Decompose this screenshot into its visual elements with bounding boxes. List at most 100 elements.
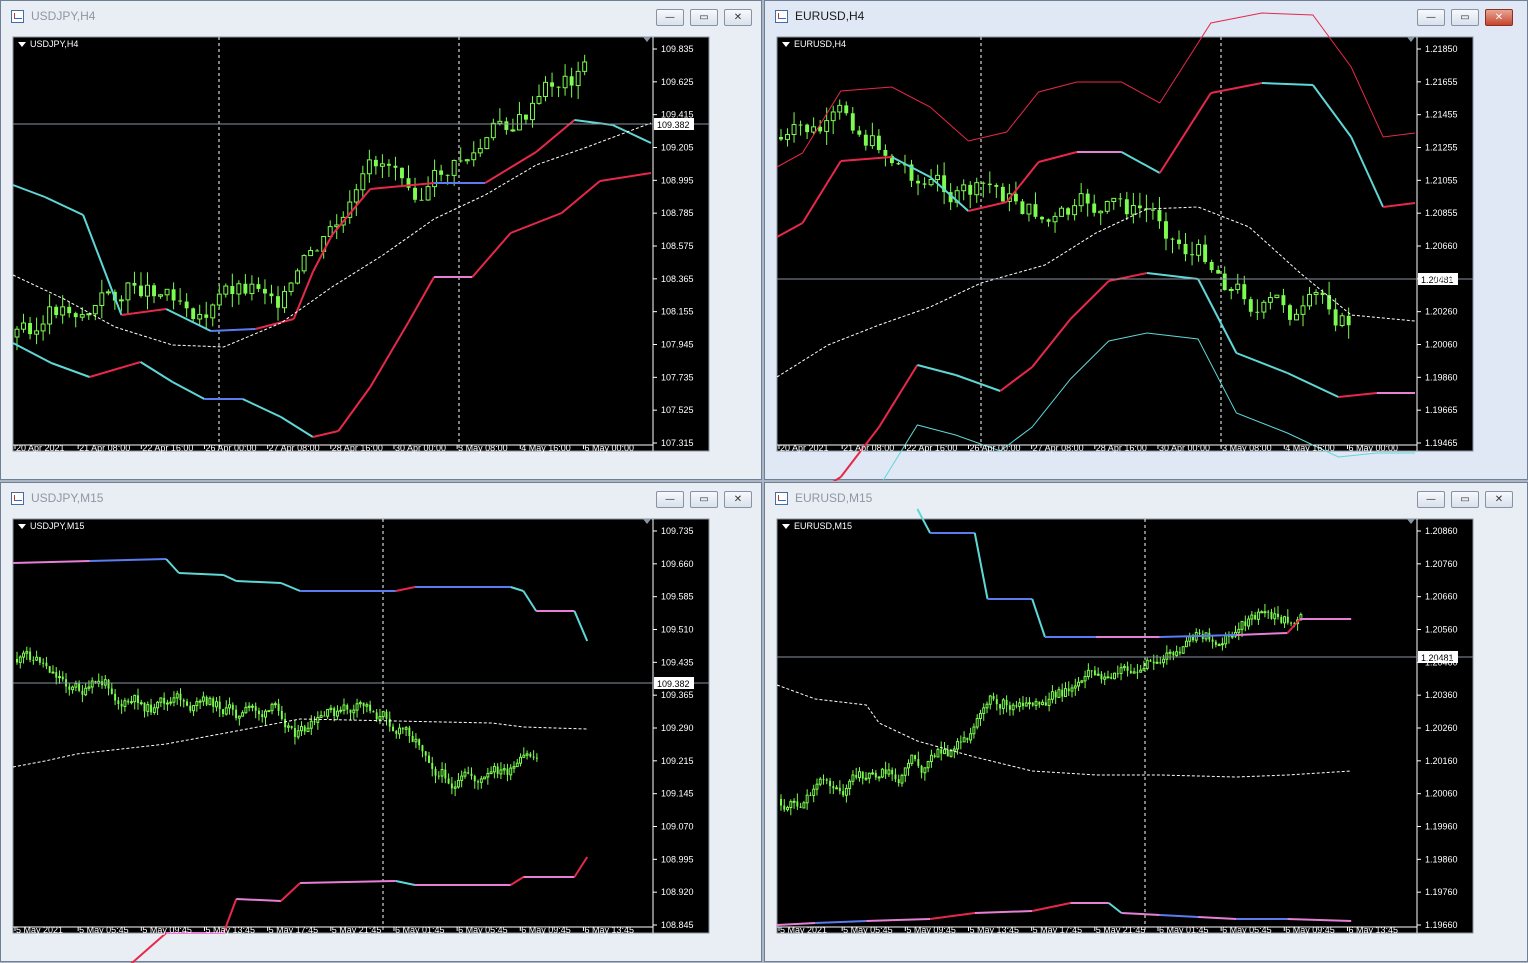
candle-body (381, 711, 385, 718)
candle-body (863, 134, 868, 146)
candle-body (922, 183, 927, 185)
candle-body (1170, 238, 1175, 240)
y-tick-label: 1.21455 (1425, 110, 1458, 120)
candle-body (1113, 672, 1116, 680)
candle-body (178, 300, 183, 302)
candle-body (835, 787, 839, 790)
x-tick-label: 5 May 21:45 (1096, 925, 1146, 935)
x-tick-label: 21 Apr 08:00 (843, 443, 894, 453)
candle-body (458, 160, 463, 162)
candle-body (1000, 186, 1005, 202)
x-tick-label: 5 May 09:45 (906, 925, 956, 935)
candle-body (861, 771, 864, 779)
y-tick-label: 1.20260 (1425, 307, 1458, 317)
candle-body (940, 749, 943, 754)
y-tick-label: 108.155 (661, 307, 694, 317)
candle-body (982, 707, 986, 714)
candle-body (952, 748, 956, 752)
candle-body (117, 700, 120, 704)
x-tick-label: 20 Apr 2021 (16, 443, 65, 453)
candle-body (1145, 659, 1149, 669)
x-tick-label: 3 May 08:00 (458, 443, 508, 453)
y-tick-label: 109.735 (661, 526, 694, 536)
candle-body (1190, 254, 1195, 256)
candle-body (125, 282, 131, 301)
candle-body (985, 703, 989, 709)
candle-body (1346, 315, 1351, 326)
y-tick-label: 109.415 (661, 110, 694, 120)
candle-body (575, 70, 581, 87)
candle-body (105, 291, 111, 294)
candle-body (335, 710, 339, 717)
candle-body (798, 124, 803, 126)
candle-body (440, 769, 444, 777)
chart-symbol-label: USDJPY,M15 (30, 521, 84, 531)
candle-body (796, 801, 799, 807)
candle-body (519, 756, 523, 764)
candle-body (447, 778, 450, 784)
candle-body (515, 762, 519, 768)
candle-body (1031, 702, 1034, 706)
chart-symbol-label: USDJPY,H4 (30, 39, 78, 49)
chart-area[interactable]: 1.204811.208601.207601.206601.205601.204… (765, 483, 1528, 963)
candle-body (956, 741, 960, 750)
candle-body (378, 716, 382, 720)
candle-body (1139, 669, 1143, 673)
candle-body (975, 718, 979, 728)
chart-window-usdjpy-h4[interactable]: USDJPY,H4 — ▭ ✕ 109.382 109.835 109.625 109… (0, 0, 762, 480)
candle-body (1230, 635, 1234, 638)
candle-body (473, 775, 476, 782)
candle-body (959, 741, 962, 743)
y-tick-label: 109.660 (661, 559, 694, 569)
candle-body (962, 737, 966, 743)
candle-body (71, 686, 75, 691)
candle-body (792, 800, 796, 803)
candle-body (1073, 685, 1077, 689)
candle-body (805, 124, 810, 133)
candle-body (346, 705, 349, 710)
candle-body (1300, 305, 1306, 315)
candle-body (1041, 701, 1045, 706)
candle-body (1254, 615, 1257, 620)
candle-body (929, 754, 933, 763)
y-tick-label: 1.19660 (1425, 920, 1458, 930)
candle-body (880, 768, 884, 778)
chart-area[interactable]: 109.382 109.735 109.660 109.585 109.510 109.4… (1, 483, 763, 963)
candle-body (110, 688, 113, 694)
chart-area[interactable]: 1.204811.218501.216551.214551.212551.210… (765, 1, 1528, 481)
candle-body (127, 700, 130, 703)
candle-body (139, 285, 143, 297)
candle-body (1294, 313, 1299, 321)
candle-body (375, 712, 378, 720)
candle-body (208, 697, 212, 706)
candle-body (830, 111, 836, 122)
candle-body (1001, 699, 1005, 709)
candle-body (510, 129, 516, 132)
chart-window-eurusd-m15[interactable]: EURUSD,M15 — ▭ ✕ 1.20481 1.20860 1.20760 1.… (764, 482, 1528, 962)
candle-body (1196, 244, 1202, 256)
candle-body (1256, 611, 1260, 620)
x-tick-label: 6 May 00:00 (1348, 443, 1398, 453)
candle-body (1198, 632, 1201, 634)
candle-body (280, 710, 283, 719)
candle-body (1033, 204, 1038, 217)
candle-body (129, 701, 133, 704)
chart-window-eurusd-h4[interactable]: EURUSD,H4 — ▭ ✕ 1.20481 1.21850 1.21655 1.2… (764, 0, 1528, 481)
candle-body (228, 704, 232, 709)
chart-window-usdjpy-m15[interactable]: USDJPY,M15 — ▭ ✕ 109.382 109.735 109.660 10… (0, 482, 763, 963)
y-tick-label: 109.070 (661, 822, 694, 832)
candle-body (372, 710, 375, 713)
chart-area[interactable]: 109.382 109.835 109.625 109.415 109.205 108.9… (1, 1, 763, 481)
candle-body (981, 182, 986, 184)
candle-body (257, 710, 260, 715)
x-tick-label: 5 May 17:45 (269, 925, 319, 935)
candle-body (244, 706, 248, 714)
candle-body (851, 774, 855, 782)
candle-body (276, 296, 280, 308)
x-tick-label: 28 Apr 16:00 (332, 443, 383, 453)
candle-body (295, 270, 301, 284)
candle-body (198, 700, 202, 703)
candle-body (786, 807, 790, 811)
candle-body (490, 122, 496, 139)
candle-body (107, 679, 110, 689)
